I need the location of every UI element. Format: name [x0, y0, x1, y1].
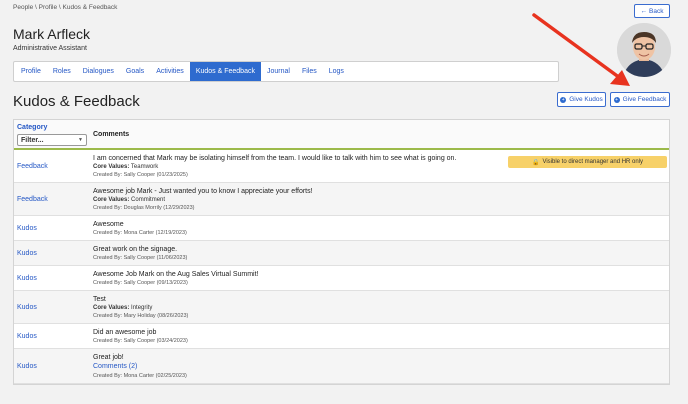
category-link[interactable]: Kudos [14, 275, 93, 282]
created-by: Created By: Mona Carter (12/19/2023) [93, 229, 187, 236]
category-link[interactable]: Kudos [14, 250, 93, 257]
person-name: Mark Arfleck [13, 26, 91, 42]
category-link[interactable]: Feedback [14, 196, 93, 203]
give-feedback-label: Give Feedback [622, 96, 667, 103]
comment-body: Did an awesome job Created By: Sally Coop… [93, 326, 669, 347]
tab-kudos-feedback[interactable]: Kudos & Feedback [189, 62, 261, 81]
core-values: Core Values: Commitment [93, 196, 669, 204]
created-by: Created By: Sally Cooper (11/06/2023) [93, 254, 188, 261]
core-values-value: Teamwork [130, 163, 159, 170]
give-kudos-button[interactable]: + Give Kudos [557, 92, 606, 107]
breadcrumb: People \ Profile \ Kudos & Feedback [13, 4, 118, 11]
kudos-table: Category Filter... ▼ Comments Feedback I … [13, 119, 670, 385]
tab-logs[interactable]: Logs [323, 62, 350, 81]
tab-files[interactable]: Files [296, 62, 323, 81]
tab-profile[interactable]: Profile [15, 62, 47, 81]
category-header: Category [17, 124, 48, 131]
created-by: Created By: Sally Cooper (09/13/2023) [93, 279, 188, 286]
comments-header: Comments [93, 131, 130, 138]
table-row: Kudos Awesome Job Mark on the Aug Sales V… [14, 266, 669, 291]
comment-text: Great job! [93, 353, 124, 361]
back-button[interactable]: ← Back [634, 4, 670, 18]
core-values: Core Values: Integrity [93, 304, 669, 312]
tab-activities[interactable]: Activities [150, 62, 190, 81]
core-values-label: Core Values: [93, 196, 130, 203]
lock-icon: 🔒 [531, 159, 540, 166]
comment-body: Great job! Comments (2) Created By: Mona C… [93, 351, 669, 382]
person-role: Administrative Assistant [13, 45, 87, 52]
category-link[interactable]: Kudos [14, 304, 93, 311]
tab-goals[interactable]: Goals [120, 62, 150, 81]
table-row: Kudos Great work on the signage. Created B… [14, 241, 669, 266]
comment-body: Great work on the signage. Created By: Sa… [93, 243, 669, 264]
comment-text: Did an awesome job [93, 328, 157, 336]
comment-text: Test [93, 295, 106, 303]
tab-dialogues[interactable]: Dialogues [77, 62, 120, 81]
tab-bar: Profile Roles Dialogues Goals Activities Kudo… [13, 61, 559, 82]
plus-icon: + [613, 96, 620, 103]
core-values-label: Core Values: [93, 304, 130, 311]
comment-text: Awesome job Mark - Just wanted you to kn… [93, 187, 313, 195]
category-link[interactable]: Feedback [14, 163, 93, 170]
created-by: Created By: Douglas Morrily (12/29/2023) [93, 204, 195, 211]
visibility-badge-label: Visible to direct manager and HR only [542, 159, 644, 165]
tab-roles[interactable]: Roles [47, 62, 77, 81]
comment-body: Awesome Created By: Mona Carter (12/19/20… [93, 218, 669, 239]
comment-body: Awesome Job Mark on the Aug Sales Virtua… [93, 268, 669, 289]
table-row: Kudos Great job! Comments (2) Created By: M… [14, 349, 669, 384]
core-values-value: Commitment [131, 196, 166, 203]
core-values-label: Core Values: [93, 163, 130, 170]
comment-body: Awesome job Mark - Just wanted you to kn… [93, 185, 669, 214]
visibility-badge: 🔒 Visible to direct manager and HR only [508, 156, 667, 168]
core-values-value: Integrity [131, 304, 153, 311]
caret-down-icon: ▼ [78, 137, 83, 143]
table-header: Category Filter... ▼ Comments [14, 120, 669, 150]
avatar [617, 23, 671, 77]
created-by: Created By: Sally Cooper (03/24/2023) [93, 337, 188, 344]
category-filter[interactable]: Filter... ▼ [17, 134, 87, 146]
table-row: Kudos Did an awesome job Created By: Sally… [14, 324, 669, 349]
comment-text: Great work on the signage. [93, 245, 178, 253]
give-kudos-label: Give Kudos [569, 96, 603, 103]
table-row: Feedback Awesome job Mark - Just wanted y… [14, 183, 669, 216]
table-row: Kudos Awesome Created By: Mona Carter (12/… [14, 216, 669, 241]
created-by: Created By: Mary Holiday (08/26/2023) [93, 312, 189, 319]
table-row: Feedback I am concerned that Mark may be … [14, 150, 669, 183]
comment-body: Test Core Values: Integrity Created By: Ma… [93, 293, 669, 322]
plus-icon: + [560, 96, 567, 103]
category-link[interactable]: Kudos [14, 363, 93, 370]
created-by: Created By: Sally Cooper (01/23/2025) [93, 171, 188, 178]
comment-text: Awesome [93, 220, 124, 228]
comments-link[interactable]: Comments (2) [93, 362, 669, 372]
comment-text: Awesome Job Mark on the Aug Sales Virtua… [93, 270, 259, 278]
category-link[interactable]: Kudos [14, 333, 93, 340]
created-by: Created By: Mona Carter (02/25/2023) [93, 372, 187, 379]
tab-journal[interactable]: Journal [261, 62, 296, 81]
back-button-label: Back [649, 7, 664, 15]
table-body: Feedback I am concerned that Mark may be … [14, 150, 669, 384]
arrow-left-icon: ← [640, 7, 648, 15]
category-link[interactable]: Kudos [14, 225, 93, 232]
filter-placeholder: Filter... [21, 136, 44, 144]
table-row: Kudos Test Core Values: Integrity Created B… [14, 291, 669, 324]
give-feedback-button[interactable]: + Give Feedback [610, 92, 670, 107]
section-title: Kudos & Feedback [13, 93, 140, 110]
